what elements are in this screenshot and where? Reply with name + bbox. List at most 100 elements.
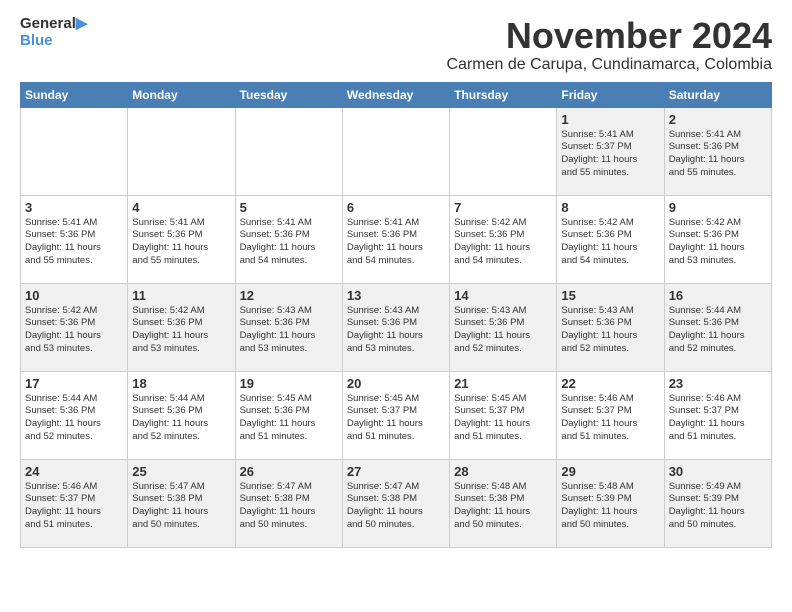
day-info: Sunrise: 5:49 AM Sunset: 5:39 PM Dayligh… bbox=[669, 481, 767, 532]
title-block: November 2024 Carmen de Carupa, Cundinam… bbox=[447, 16, 773, 74]
day-number: 20 bbox=[347, 376, 445, 391]
calendar-cell: 10 Sunrise: 5:42 AM Sunset: 5:36 PM Dayli… bbox=[21, 283, 128, 371]
calendar-day-header: Tuesday bbox=[235, 82, 342, 107]
day-number: 22 bbox=[561, 376, 659, 391]
day-info: Sunrise: 5:47 AM Sunset: 5:38 PM Dayligh… bbox=[347, 481, 445, 532]
calendar-table: SundayMondayTuesdayWednesdayThursdayFrid… bbox=[20, 82, 772, 548]
day-number: 16 bbox=[669, 288, 767, 303]
logo-blue-text: Blue bbox=[20, 33, 87, 50]
calendar-week-row: 24 Sunrise: 5:46 AM Sunset: 5:37 PM Dayli… bbox=[21, 459, 772, 547]
logo-text: General▶ Blue bbox=[20, 16, 87, 49]
day-number: 11 bbox=[132, 288, 230, 303]
day-number: 4 bbox=[132, 200, 230, 215]
day-number: 8 bbox=[561, 200, 659, 215]
day-number: 18 bbox=[132, 376, 230, 391]
calendar-cell: 8 Sunrise: 5:42 AM Sunset: 5:36 PM Daylig… bbox=[557, 195, 664, 283]
day-info: Sunrise: 5:41 AM Sunset: 5:36 PM Dayligh… bbox=[347, 217, 445, 268]
logo: General▶ Blue bbox=[20, 16, 87, 49]
calendar-cell: 6 Sunrise: 5:41 AM Sunset: 5:36 PM Daylig… bbox=[342, 195, 449, 283]
day-number: 5 bbox=[240, 200, 338, 215]
calendar-cell: 11Sunrise: 5:42 AM Sunset: 5:36 PM Dayli… bbox=[128, 283, 235, 371]
day-info: Sunrise: 5:43 AM Sunset: 5:36 PM Dayligh… bbox=[347, 305, 445, 356]
day-number: 2 bbox=[669, 112, 767, 127]
calendar-cell: 27 Sunrise: 5:47 AM Sunset: 5:38 PM Dayli… bbox=[342, 459, 449, 547]
calendar-day-header: Friday bbox=[557, 82, 664, 107]
calendar-cell: 7 Sunrise: 5:42 AM Sunset: 5:36 PM Daylig… bbox=[450, 195, 557, 283]
calendar-cell: 19 Sunrise: 5:45 AM Sunset: 5:36 PM Dayli… bbox=[235, 371, 342, 459]
calendar-cell: 2 Sunrise: 5:41 AM Sunset: 5:36 PM Daylig… bbox=[664, 107, 771, 195]
day-info: Sunrise: 5:48 AM Sunset: 5:39 PM Dayligh… bbox=[561, 481, 659, 532]
day-info: Sunrise: 5:47 AM Sunset: 5:38 PM Dayligh… bbox=[132, 481, 230, 532]
day-number: 9 bbox=[669, 200, 767, 215]
day-info: Sunrise: 5:44 AM Sunset: 5:36 PM Dayligh… bbox=[132, 393, 230, 444]
calendar-header-row: SundayMondayTuesdayWednesdayThursdayFrid… bbox=[21, 82, 772, 107]
calendar-cell: 13 Sunrise: 5:43 AM Sunset: 5:36 PM Dayli… bbox=[342, 283, 449, 371]
day-info: Sunrise: 5:41 AM Sunset: 5:36 PM Dayligh… bbox=[25, 217, 123, 268]
day-info: Sunrise: 5:44 AM Sunset: 5:36 PM Dayligh… bbox=[669, 305, 767, 356]
day-info: Sunrise: 5:42 AM Sunset: 5:36 PM Dayligh… bbox=[454, 217, 552, 268]
location-subtitle: Carmen de Carupa, Cundinamarca, Colombia bbox=[447, 56, 773, 74]
calendar-cell: 12 Sunrise: 5:43 AM Sunset: 5:36 PM Dayli… bbox=[235, 283, 342, 371]
calendar-day-header: Saturday bbox=[664, 82, 771, 107]
page-header: General▶ Blue November 2024 Carmen de Ca… bbox=[20, 16, 772, 74]
day-info: Sunrise: 5:47 AM Sunset: 5:38 PM Dayligh… bbox=[240, 481, 338, 532]
day-info: Sunrise: 5:45 AM Sunset: 5:36 PM Dayligh… bbox=[240, 393, 338, 444]
day-info: Sunrise: 5:42 AM Sunset: 5:36 PM Dayligh… bbox=[669, 217, 767, 268]
day-info: Sunrise: 5:46 AM Sunset: 5:37 PM Dayligh… bbox=[669, 393, 767, 444]
day-info: Sunrise: 5:43 AM Sunset: 5:36 PM Dayligh… bbox=[454, 305, 552, 356]
calendar-cell bbox=[342, 107, 449, 195]
calendar-day-header: Monday bbox=[128, 82, 235, 107]
calendar-cell: 29 Sunrise: 5:48 AM Sunset: 5:39 PM Dayli… bbox=[557, 459, 664, 547]
day-info: Sunrise: 5:41 AM Sunset: 5:36 PM Dayligh… bbox=[669, 129, 767, 180]
calendar-day-header: Thursday bbox=[450, 82, 557, 107]
calendar-cell: 28Sunrise: 5:48 AM Sunset: 5:38 PM Dayli… bbox=[450, 459, 557, 547]
calendar-cell bbox=[21, 107, 128, 195]
calendar-cell: 16 Sunrise: 5:44 AM Sunset: 5:36 PM Dayli… bbox=[664, 283, 771, 371]
day-number: 3 bbox=[25, 200, 123, 215]
calendar-week-row: 10 Sunrise: 5:42 AM Sunset: 5:36 PM Dayli… bbox=[21, 283, 772, 371]
day-number: 21 bbox=[454, 376, 552, 391]
day-info: Sunrise: 5:41 AM Sunset: 5:37 PM Dayligh… bbox=[561, 129, 659, 180]
day-number: 19 bbox=[240, 376, 338, 391]
calendar-cell: 9 Sunrise: 5:42 AM Sunset: 5:36 PM Daylig… bbox=[664, 195, 771, 283]
day-info: Sunrise: 5:41 AM Sunset: 5:36 PM Dayligh… bbox=[240, 217, 338, 268]
calendar-week-row: 1 Sunrise: 5:41 AM Sunset: 5:37 PM Daylig… bbox=[21, 107, 772, 195]
day-number: 15 bbox=[561, 288, 659, 303]
calendar-day-header: Sunday bbox=[21, 82, 128, 107]
calendar-cell: 20Sunrise: 5:45 AM Sunset: 5:37 PM Dayli… bbox=[342, 371, 449, 459]
day-info: Sunrise: 5:42 AM Sunset: 5:36 PM Dayligh… bbox=[561, 217, 659, 268]
day-info: Sunrise: 5:48 AM Sunset: 5:38 PM Dayligh… bbox=[454, 481, 552, 532]
day-info: Sunrise: 5:42 AM Sunset: 5:36 PM Dayligh… bbox=[25, 305, 123, 356]
calendar-cell: 3 Sunrise: 5:41 AM Sunset: 5:36 PM Daylig… bbox=[21, 195, 128, 283]
day-info: Sunrise: 5:46 AM Sunset: 5:37 PM Dayligh… bbox=[25, 481, 123, 532]
calendar-cell: 17Sunrise: 5:44 AM Sunset: 5:36 PM Dayli… bbox=[21, 371, 128, 459]
day-number: 6 bbox=[347, 200, 445, 215]
day-number: 7 bbox=[454, 200, 552, 215]
calendar-cell: 15 Sunrise: 5:43 AM Sunset: 5:36 PM Dayli… bbox=[557, 283, 664, 371]
calendar-cell: 26Sunrise: 5:47 AM Sunset: 5:38 PM Dayli… bbox=[235, 459, 342, 547]
calendar-cell: 5 Sunrise: 5:41 AM Sunset: 5:36 PM Daylig… bbox=[235, 195, 342, 283]
day-number: 1 bbox=[561, 112, 659, 127]
day-number: 17 bbox=[25, 376, 123, 391]
day-number: 25 bbox=[132, 464, 230, 479]
day-number: 29 bbox=[561, 464, 659, 479]
calendar-cell: 30Sunrise: 5:49 AM Sunset: 5:39 PM Dayli… bbox=[664, 459, 771, 547]
day-info: Sunrise: 5:43 AM Sunset: 5:36 PM Dayligh… bbox=[561, 305, 659, 356]
calendar-week-row: 17 Sunrise: 5:44 AM Sunset: 5:36 PM Dayli… bbox=[21, 371, 772, 459]
calendar-cell bbox=[128, 107, 235, 195]
calendar-cell: 14Sunrise: 5:43 AM Sunset: 5:36 PM Dayli… bbox=[450, 283, 557, 371]
day-number: 10 bbox=[25, 288, 123, 303]
calendar-cell: 21Sunrise: 5:45 AM Sunset: 5:37 PM Dayli… bbox=[450, 371, 557, 459]
month-title: November 2024 bbox=[447, 16, 773, 56]
day-number: 13 bbox=[347, 288, 445, 303]
calendar-cell: 1 Sunrise: 5:41 AM Sunset: 5:37 PM Daylig… bbox=[557, 107, 664, 195]
day-number: 24 bbox=[25, 464, 123, 479]
day-number: 27 bbox=[347, 464, 445, 479]
calendar-cell: 18 Sunrise: 5:44 AM Sunset: 5:36 PM Dayli… bbox=[128, 371, 235, 459]
day-number: 12 bbox=[240, 288, 338, 303]
calendar-cell: 22Sunrise: 5:46 AM Sunset: 5:37 PM Dayli… bbox=[557, 371, 664, 459]
day-info: Sunrise: 5:41 AM Sunset: 5:36 PM Dayligh… bbox=[132, 217, 230, 268]
day-info: Sunrise: 5:43 AM Sunset: 5:36 PM Dayligh… bbox=[240, 305, 338, 356]
calendar-cell bbox=[235, 107, 342, 195]
calendar-cell: 4 Sunrise: 5:41 AM Sunset: 5:36 PM Daylig… bbox=[128, 195, 235, 283]
